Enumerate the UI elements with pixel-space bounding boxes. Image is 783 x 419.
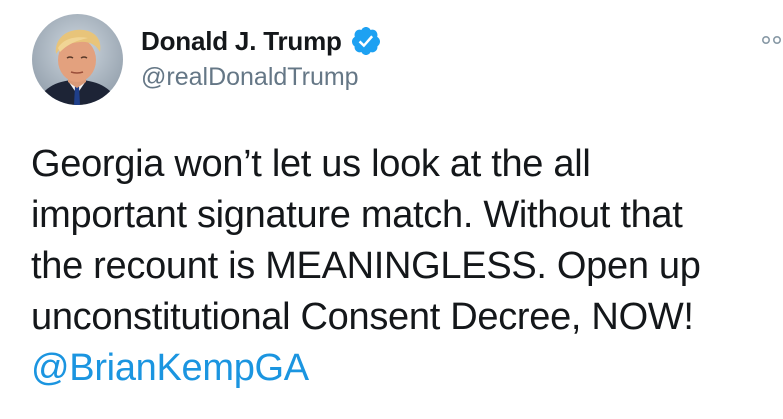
mention-link[interactable]: @BrianKempGA [31,347,309,389]
avatar[interactable] [32,14,123,105]
verified-badge-icon [350,25,382,57]
author-name-row[interactable]: Donald J. Trump [141,24,382,58]
tweet-text-line: the recount is MEANINGLESS. Open up [31,245,701,287]
tweet-text: Georgia won’t let us look at the all imp… [31,139,771,394]
tweet-text-line: important signature match. Without that [31,194,683,236]
avatar-image [32,14,123,105]
tweet-text-line: unconstitutional Consent Decree, NOW! [31,296,694,338]
author-display-name[interactable]: Donald J. Trump [141,26,342,57]
more-options-icon[interactable] [761,34,783,46]
tweet-text-line: Georgia won’t let us look at the all [31,143,591,185]
author-handle[interactable]: @realDonaldTrump [141,63,359,92]
tweet-card: Donald J. Trump @realDonaldTrump Georgia… [0,0,783,419]
